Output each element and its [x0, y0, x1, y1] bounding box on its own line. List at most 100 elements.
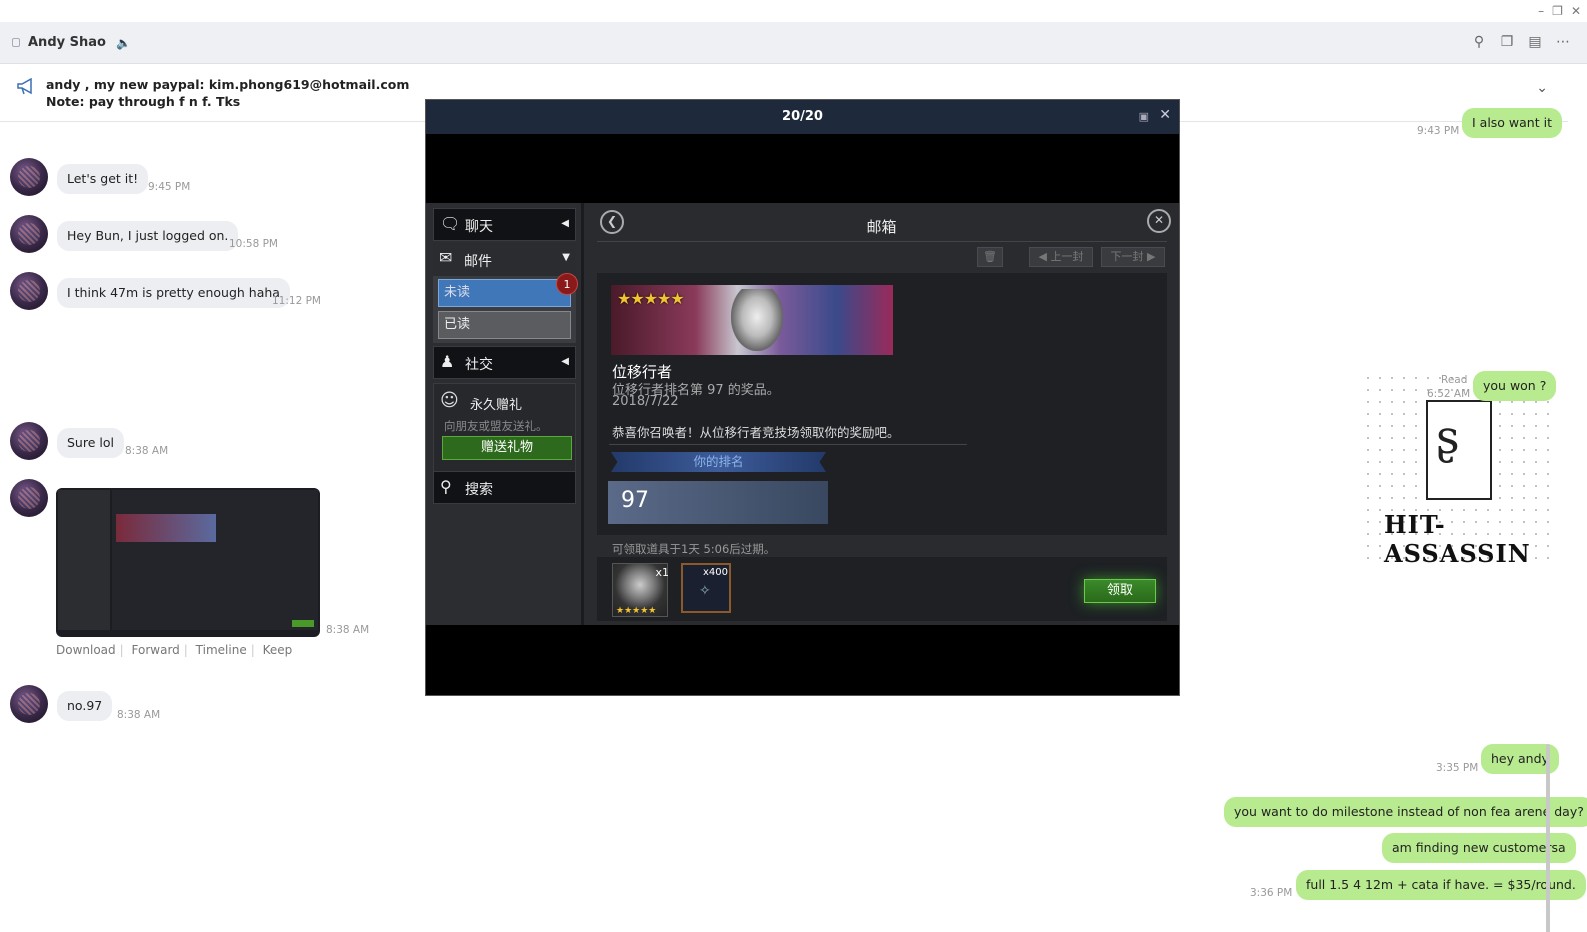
reward-item: x400 ✧	[681, 563, 731, 613]
envelope-icon: ✉	[439, 248, 453, 267]
album-icon[interactable]: ❐	[1499, 34, 1515, 50]
message-bubble-in[interactable]: Hey Bun, I just logged on.	[57, 221, 239, 251]
caret-left-icon: ◀	[561, 218, 569, 229]
message-bubble-in[interactable]: no.97	[57, 691, 113, 721]
avatar[interactable]	[10, 479, 48, 517]
message-time: 8:38 AM	[326, 624, 370, 636]
image-message-thumbnail[interactable]	[56, 488, 320, 637]
chat-header: Andy Shao 🔈 ⚲ ❐ ▤ ⋯	[0, 22, 1587, 64]
champion-banner: ★★★★★	[611, 285, 893, 355]
message-bubble-out[interactable]: you won ?	[1473, 371, 1557, 401]
speaker-icon[interactable]: 🔈	[116, 36, 131, 50]
viewer-titlebar: 20/20 ▣ ✕	[426, 100, 1179, 134]
game-mail-read: 已读	[438, 311, 571, 339]
game-tab-chat: 🗨 聊天 ◀	[433, 208, 576, 241]
restore-icon[interactable]: ❐	[1552, 4, 1563, 18]
forward-link[interactable]: Forward	[132, 643, 180, 657]
close-circle-icon: ✕	[1147, 209, 1171, 233]
lock-icon	[12, 38, 20, 47]
game-gift-panel: ☺ 永久赠礼 向朋友或盟友送礼。 赠送礼物	[433, 383, 576, 473]
mail-body: 恭喜你召唤者！从位移行者竞技场领取你的奖励吧。	[612, 425, 900, 440]
next-mail-button: 下一封 ▶	[1101, 247, 1165, 267]
read-status: Read	[1441, 374, 1468, 386]
avatar[interactable]	[10, 685, 48, 723]
game-mail-unread: 未读	[438, 279, 571, 307]
mailbox-title: 邮箱	[866, 218, 897, 236]
message-bubble-out[interactable]: full 1.5 4 12m + cata if have. = $35/rou…	[1296, 870, 1586, 900]
message-time: 9:45 PM	[148, 181, 191, 193]
caret-left-icon: ◀	[561, 356, 569, 367]
prev-label: 上一封	[1050, 250, 1084, 263]
message-bubble-out[interactable]: I also want it	[1462, 108, 1562, 138]
avatar[interactable]	[10, 215, 48, 253]
prev-mail-button: ◀ 上一封	[1029, 247, 1093, 267]
avatar[interactable]	[10, 272, 48, 310]
image-actions: Download | Forward | Timeline | Keep	[56, 643, 293, 657]
keep-link[interactable]: Keep	[263, 643, 293, 657]
download-link[interactable]: Download	[56, 643, 116, 657]
rank-value: 97	[608, 481, 828, 524]
expiry-notice: 可领取道具于1天 5:06后过期。	[612, 542, 776, 556]
trash-icon: 🗑	[977, 247, 1003, 267]
caret-left-icon: ◀	[1038, 250, 1047, 263]
game-sidebar: 🗨 聊天 ◀ ✉ 邮件 ▼ 未读 已读 1 ♟ 社交 ◀ ☺ 永久赠礼 向朋友或…	[426, 203, 581, 625]
message-time: 10:58 PM	[229, 238, 278, 250]
message-bubble-in[interactable]: I think 47m is pretty enough haha	[57, 278, 290, 308]
announcement-line-1: andy , my new paypal: kim.phong619@hotma…	[46, 77, 410, 92]
image-viewer: 20/20 ▣ ✕ 🗨 聊天 ◀ ✉ 邮件 ▼ 未读 已读 1 ♟ 社交 ◀ ☺…	[425, 99, 1180, 696]
sticker-image[interactable]: ʂ HIT-ASSASSIN	[1362, 372, 1558, 568]
megaphone-icon	[17, 78, 32, 95]
gift-button: 赠送礼物	[442, 436, 572, 460]
search-icon[interactable]: ⚲	[1471, 34, 1487, 50]
message-time: 8:38 AM	[125, 445, 169, 457]
game-tab-social: ♟ 社交 ◀	[433, 346, 576, 379]
notes-icon[interactable]: ▤	[1527, 34, 1543, 50]
minimize-icon[interactable]: –	[1538, 4, 1544, 18]
game-tab-label: 社交	[465, 357, 493, 373]
caret-right-icon: ▶	[1147, 250, 1156, 263]
people-icon: ♟	[440, 352, 455, 371]
gift-title: 永久赠礼	[470, 398, 523, 413]
image-counter: 20/20	[782, 109, 823, 124]
scrollbar[interactable]	[1546, 744, 1550, 932]
gift-description: 向朋友或盟友送礼。	[444, 419, 548, 433]
message-time: 6:52 AM	[1427, 388, 1471, 400]
next-label: 下一封	[1110, 250, 1144, 263]
magnifier-icon: ⚲	[440, 477, 452, 496]
game-mailbox: ❮ 邮箱 ✕ 🗑 ◀ 上一封 下一封 ▶ ★★★★★ 位移行者 位移行者排名第 …	[584, 203, 1179, 625]
message-time: 3:36 PM	[1250, 887, 1293, 899]
window-controls: – ❐ ✕	[1507, 0, 1587, 22]
timeline-link[interactable]: Timeline	[196, 643, 247, 657]
avatar[interactable]	[10, 422, 48, 460]
divider	[609, 444, 967, 445]
message-time: 3:35 PM	[1436, 762, 1479, 774]
game-tab-label: 搜索	[465, 482, 493, 498]
claim-button: 领取	[1084, 579, 1156, 603]
reward-bar: x1 ★★★★★ x400 ✧ 领取	[597, 557, 1167, 621]
avatar[interactable]	[10, 158, 48, 196]
caret-down-icon: ▼	[562, 252, 570, 263]
mail-content: ★★★★★ 位移行者 位移行者排名第 97 的奖品。 2018/7/22 恭喜你…	[597, 273, 1167, 535]
message-time: 8:38 AM	[117, 709, 161, 721]
chevron-down-icon[interactable]: ⌄	[1536, 80, 1548, 96]
star-rating: ★★★★★	[617, 289, 685, 308]
announcement-line-2: Note: pay through f n f. Tks	[46, 94, 241, 109]
close-icon[interactable]: ✕	[1159, 107, 1171, 123]
maximize-icon[interactable]: ▣	[1139, 110, 1149, 123]
message-bubble-in[interactable]: Sure lol	[57, 428, 124, 458]
close-window-icon[interactable]: ✕	[1571, 4, 1581, 18]
game-tab-search: ⚲ 搜索	[433, 471, 576, 504]
reward-count: x1	[655, 566, 669, 579]
game-tab-label: 邮件	[464, 254, 492, 270]
header-toolbar: ⚲ ❐ ▤ ⋯	[1471, 34, 1571, 50]
message-time: 11:12 PM	[272, 295, 321, 307]
chat-title: Andy Shao	[28, 35, 106, 50]
message-bubble-out[interactable]: you want to do milestone instead of non …	[1224, 797, 1587, 827]
champion-portrait	[731, 289, 783, 351]
reward-count: x400	[702, 567, 728, 578]
message-bubble-in[interactable]: Let's get it!	[57, 164, 149, 194]
more-icon[interactable]: ⋯	[1555, 34, 1571, 50]
rank-label: 你的排名	[611, 452, 826, 472]
reward-stars: ★★★★★	[616, 606, 657, 616]
game-tab-mail: ✉ 邮件 ▼	[433, 243, 576, 276]
